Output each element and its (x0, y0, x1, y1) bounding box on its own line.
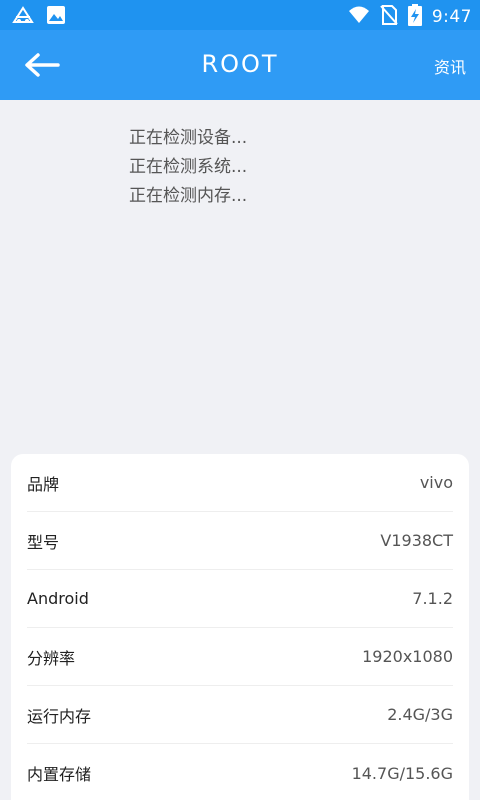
detect-system-text: 正在检测系统... (129, 157, 248, 177)
info-value: V1938CT (380, 531, 453, 550)
status-time: 9:47 (431, 7, 472, 27)
info-value: 1920x1080 (362, 647, 453, 666)
info-value: 14.7G/15.6G (351, 763, 453, 783)
status-bar-left (12, 5, 66, 29)
info-row-model: 型号 V1938CT (27, 512, 453, 570)
status-bar: 9:47 (0, 0, 480, 30)
info-value: vivo (419, 473, 453, 492)
app-bar: ROOT 资讯 (0, 30, 480, 100)
status-bar-right: 9:47 (348, 4, 472, 30)
info-row-storage: 内置存储 14.7G/15.6G (27, 744, 453, 800)
info-value: 7.1.2 (412, 589, 453, 608)
detect-device-text: 正在检测设备... (129, 128, 248, 148)
device-info-card: 品牌 vivo 型号 V1938CT Android 7.1.2 分辨率 192… (11, 454, 469, 800)
notification-icon (12, 5, 34, 29)
info-row-ram: 运行内存 2.4G/3G (27, 686, 453, 744)
info-label: Android (27, 589, 89, 608)
info-row-android: Android 7.1.2 (27, 570, 453, 628)
news-button[interactable]: 资讯 (434, 54, 466, 78)
wifi-icon (348, 5, 370, 29)
info-label: 品牌 (27, 474, 60, 494)
no-sim-icon (380, 5, 398, 29)
info-row-brand: 品牌 vivo (27, 454, 453, 512)
detection-status: 正在检测设备... 正在检测系统... 正在检测内存... (129, 124, 247, 211)
info-label: 内置存储 (27, 765, 92, 784)
info-row-resolution: 分辨率 1920x1080 (27, 628, 453, 686)
page-title: ROOT (201, 50, 279, 78)
image-icon (46, 5, 66, 29)
detect-memory-text: 正在检测内存... (129, 186, 248, 206)
battery-charging-icon (407, 4, 422, 30)
info-label: 型号 (27, 532, 60, 552)
info-label: 分辨率 (27, 648, 76, 668)
info-label: 运行内存 (27, 706, 92, 726)
info-value: 2.4G/3G (387, 705, 453, 724)
